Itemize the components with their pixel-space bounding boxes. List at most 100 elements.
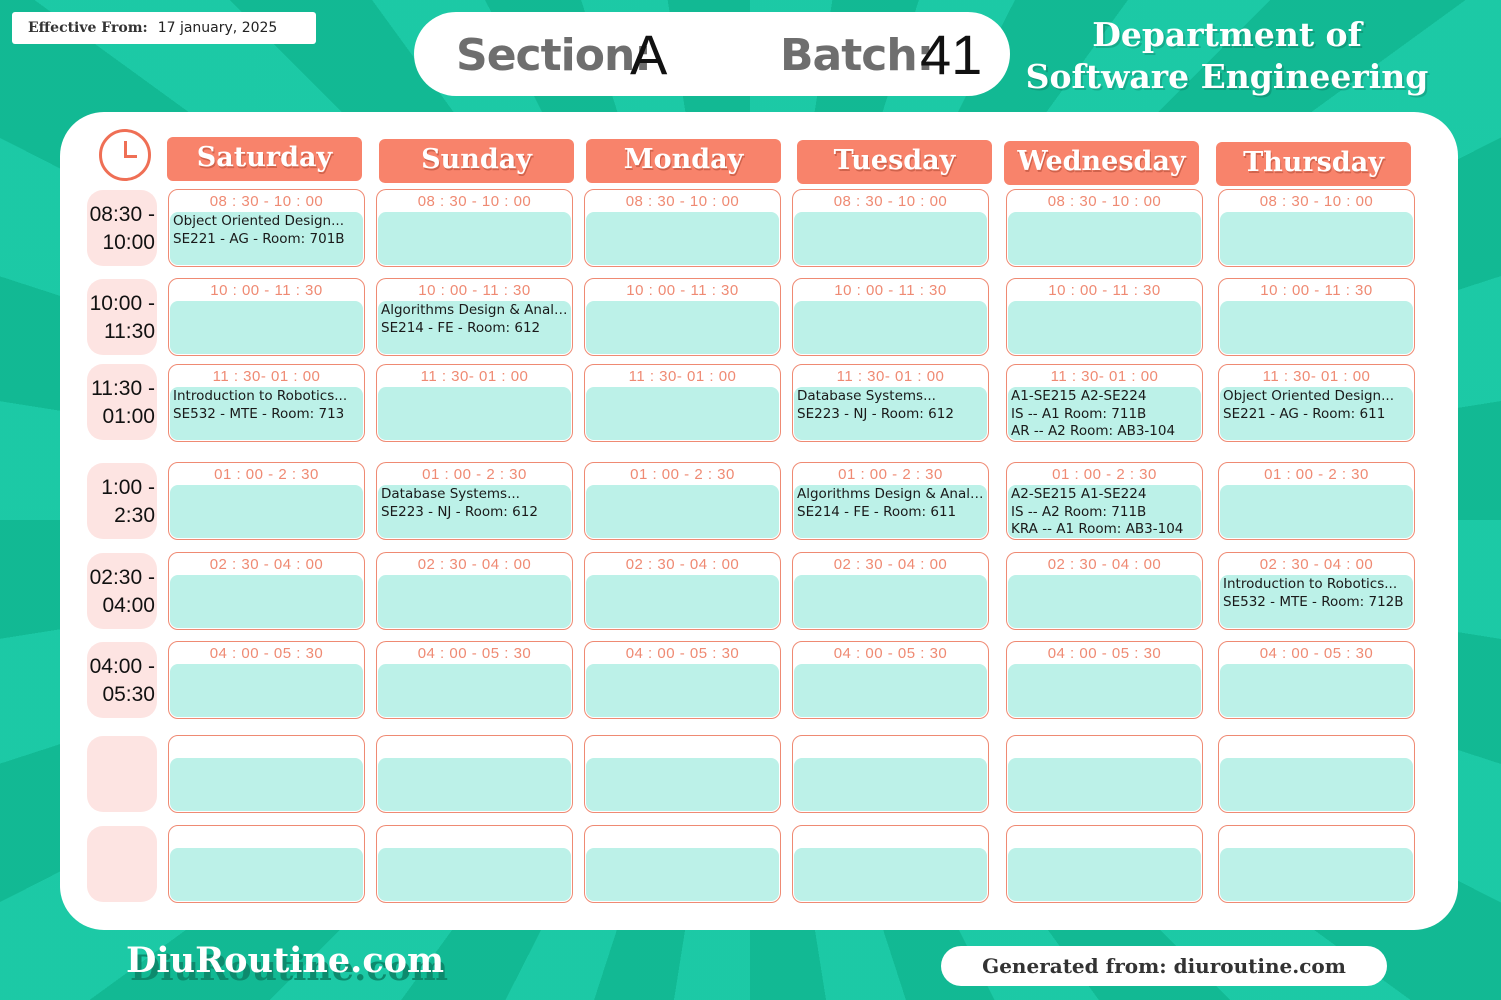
cell-body [378,212,571,265]
time-label-end: 11:30 [104,320,155,343]
time-label-start: 08:30 - [89,203,155,226]
schedule-cell: 04 : 00 - 05 : 30 [376,641,573,719]
schedule-cell: 01 : 00 - 2 : 30 [584,462,781,540]
section-batch-header: Section: A Batch: 41 [414,12,1010,96]
cell-body [586,664,779,717]
department-title: Department of Software Engineering [1022,14,1432,98]
day-header-3: Tuesday [797,140,992,184]
time-label-start: 04:00 - [89,655,155,678]
class-info-line: Object Oriented Design... [173,213,344,229]
cell-time: 02 : 30 - 04 : 00 [209,556,324,573]
schedule-cell: 10 : 00 - 11 : 30 [1218,278,1415,356]
cell-body [586,758,779,811]
class-info-line: SE221 - AG - Room: 701B [173,230,345,247]
schedule-cell: 08 : 30 - 10 : 00 [1218,189,1415,267]
day-header-5: Thursday [1216,142,1411,186]
department-line1: Department of [1092,15,1362,54]
class-info: Database Systems... SE223 - NJ - Room: 61… [797,388,985,423]
cell-time: 04 : 00 - 05 : 30 [417,645,532,662]
cell-body [1008,301,1201,354]
cell-time: 04 : 00 - 05 : 30 [209,645,324,662]
class-info-line: SE214 - FE - Room: 612 [381,319,541,336]
generated-from-badge: Generated from: diuroutine.com [941,946,1387,986]
cell-time: 11 : 30- 01 : 00 [212,368,321,385]
cell-body [1220,848,1413,901]
schedule-cell: 08 : 30 - 10 : 00 [584,189,781,267]
brand-logo-text: DiuRoutine.com [126,940,445,981]
cell-body [586,301,779,354]
cell-body [170,758,363,811]
cell-time: 02 : 30 - 04 : 00 [833,556,948,573]
cell-body [794,575,987,628]
schedule-cell: 04 : 00 - 05 : 30 [1218,641,1415,719]
class-info: Introduction to Robotics... SE532 - MTE -… [1223,576,1411,611]
schedule-cell: 10 : 00 - 11 : 30 [1006,278,1203,356]
time-label-start: 02:30 - [89,566,155,589]
cell-body [1220,301,1413,354]
cell-time: 10 : 00 - 11 : 30 [418,282,531,299]
schedule-cell: 08 : 30 - 10 : 00 [792,189,989,267]
schedule-cell: 08 : 30 - 10 : 00 [1006,189,1203,267]
schedule-cell: 10 : 00 - 11 : 30 [792,278,989,356]
section-label: Section: [456,30,652,81]
class-info-line: SE214 - FE - Room: 611 [797,503,957,520]
cell-time: 02 : 30 - 04 : 00 [417,556,532,573]
schedule-cell [168,825,365,903]
time-label-3: 1:00 - 2:30 [87,463,157,539]
cell-time: 02 : 30 - 04 : 00 [1047,556,1162,573]
schedule-cell [1218,735,1415,813]
cell-body [170,485,363,538]
cell-time: 08 : 30 - 10 : 00 [1259,193,1374,210]
cell-body [1220,758,1413,811]
cell-time: 11 : 30- 01 : 00 [1262,368,1371,385]
schedule-cell: 02 : 30 - 04 : 00 Introduction to Robotic… [1218,552,1415,630]
cell-time: 04 : 00 - 05 : 30 [833,645,948,662]
cell-time: 01 : 00 - 2 : 30 [1052,466,1157,483]
batch-value: 41 [920,23,983,86]
cell-time: 02 : 30 - 04 : 00 [625,556,740,573]
schedule-cell [376,825,573,903]
schedule-cell: 11 : 30- 01 : 00 Object Oriented Design..… [1218,364,1415,442]
cell-body [794,848,987,901]
schedule-cell: 04 : 00 - 05 : 30 [792,641,989,719]
schedule-cell [584,825,781,903]
time-label-end: 2:30 [114,504,155,527]
schedule-cell: 10 : 00 - 11 : 30 [584,278,781,356]
cell-body [586,485,779,538]
cell-body [586,575,779,628]
schedule-cell: 02 : 30 - 04 : 00 [792,552,989,630]
cell-time: 01 : 00 - 2 : 30 [422,466,527,483]
effective-date: 17 january, 2025 [157,20,278,36]
cell-body [794,212,987,265]
time-label-2: 11:30 - 01:00 [87,364,157,440]
cell-body [586,212,779,265]
cell-body [378,758,571,811]
cell-body [170,848,363,901]
schedule-cell [1218,825,1415,903]
class-info-line: Introduction to Robotics... [173,388,348,404]
class-info: A1-SE215 A2-SE224 IS -- A1 Room: 711B AR -… [1011,388,1199,441]
cell-body [170,301,363,354]
schedule-cell [376,735,573,813]
schedule-cell: 02 : 30 - 04 : 00 [376,552,573,630]
cell-time: 10 : 00 - 11 : 30 [210,282,323,299]
cell-body [794,301,987,354]
cell-time: 10 : 00 - 11 : 30 [626,282,739,299]
class-info: Object Oriented Design... SE221 - AG - Ro… [1223,388,1411,423]
schedule-cell: 01 : 00 - 2 : 30 [168,462,365,540]
cell-body [378,848,571,901]
schedule-cell: 11 : 30- 01 : 00 Introduction to Robotics… [168,364,365,442]
class-info: Algorithms Design & Analysis SE214 - FE -… [797,486,985,521]
cell-body [1008,758,1201,811]
class-info-line: KRA -- A1 Room: AB3-104 [1011,521,1184,537]
cell-time: 01 : 00 - 2 : 30 [838,466,943,483]
cell-time: 04 : 00 - 05 : 30 [625,645,740,662]
effective-date-box: Effective From: 17 january, 2025 [12,12,316,44]
time-label-start: 11:30 - [91,377,155,400]
time-label-1: 10:00 - 11:30 [87,279,157,355]
cell-time: 11 : 30- 01 : 00 [628,368,737,385]
class-info-line: SE532 - MTE - Room: 713 [173,405,345,422]
schedule-cell: 08 : 30 - 10 : 00 [376,189,573,267]
class-info-line: Algorithms Design & Analysis [797,486,985,502]
cell-body [1220,664,1413,717]
